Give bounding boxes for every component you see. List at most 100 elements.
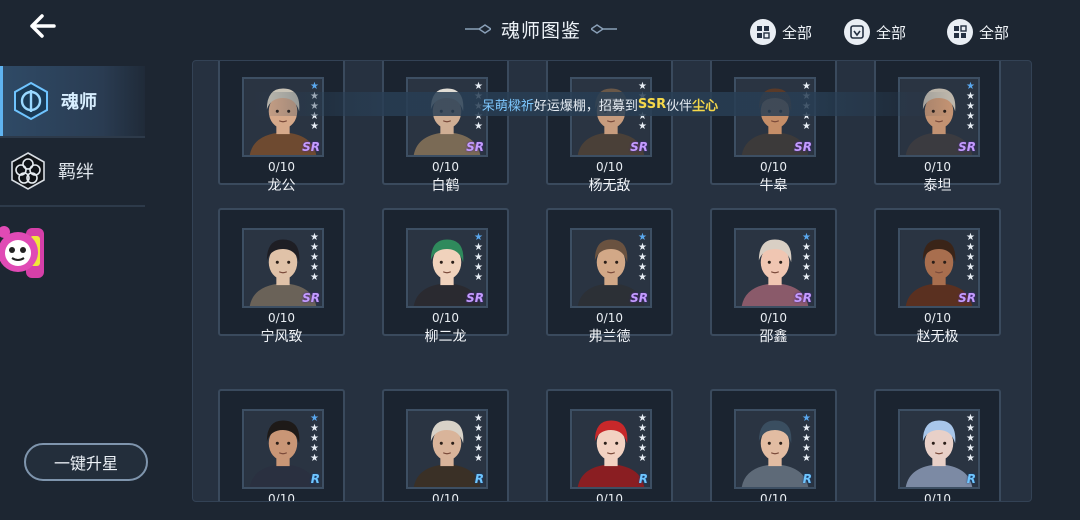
- tab-bond[interactable]: 羁绊: [0, 136, 145, 206]
- back-arrow-icon: [30, 14, 56, 38]
- grid-filter-icon: [947, 19, 973, 45]
- rarity-badge: SR: [302, 140, 320, 154]
- rarity-badge: SR: [630, 140, 648, 154]
- star-icon: ★: [310, 453, 319, 464]
- character-card[interactable]: ★ ★ ★ ★ ★ SR 0/10 弗兰德: [546, 208, 673, 345]
- rarity-badge: SR: [794, 291, 812, 305]
- star-rating: ★★★★★: [310, 414, 319, 464]
- shard-progress: 0/10: [924, 160, 951, 174]
- rarity-badge: SR: [466, 140, 484, 154]
- back-button[interactable]: [26, 12, 60, 40]
- soul-master-icon: [14, 81, 48, 121]
- filter-type-label: 全部: [876, 23, 907, 42]
- shard-progress: 0/10: [596, 492, 623, 502]
- tab-soul-master-label: 魂师: [61, 92, 97, 113]
- rarity-badge: R: [966, 472, 976, 486]
- shard-progress: 0/10: [268, 160, 295, 174]
- banner-rarity: SSR: [637, 96, 667, 112]
- character-card[interactable]: ★ ★ ★ ★ ★ SR 0/10 柳二龙: [382, 208, 509, 345]
- character-card[interactable]: ★ ★ ★ ★ ★ SR 0/10 邵鑫: [710, 208, 837, 345]
- star-rating: ★★★★★: [638, 414, 647, 464]
- sidebar-divider: [0, 205, 145, 207]
- character-name: 龙公: [267, 178, 296, 194]
- star-icon: ★: [802, 121, 811, 132]
- character-card[interactable]: ★ ★ ★ ★ ★ R 0/10: [710, 389, 837, 501]
- character-card[interactable]: ★ ★ ★ ★ ★ R 0/10: [546, 389, 673, 502]
- character-portrait: ★★★★★SR: [570, 77, 652, 157]
- star-icon: ★: [966, 272, 975, 283]
- character-name: 牛皋: [759, 178, 788, 194]
- rarity-badge: SR: [958, 140, 976, 154]
- character-portrait: ★★★★★ SR: [570, 228, 652, 308]
- rarity-badge: R: [638, 472, 648, 486]
- star-icon: ★: [310, 121, 319, 132]
- banner-player-name: 呆萌樑祈: [481, 98, 534, 114]
- character-portrait: ★★★★★SR: [406, 77, 488, 157]
- character-name: 杨无敌: [588, 178, 631, 194]
- title-left-ornament-icon: [464, 24, 491, 34]
- shard-progress: 0/10: [924, 492, 951, 502]
- character-name: 柳二龙: [424, 329, 467, 345]
- recruit-announcement-banner: 呆萌樑祈 好运爆棚，招募到 SSR 伙伴 尘心: [250, 92, 950, 116]
- rarity-badge: R: [802, 472, 812, 486]
- page-title-bar: 魂师图鉴: [462, 14, 620, 44]
- character-name: 邵鑫: [759, 329, 788, 345]
- shard-progress: 0/10: [268, 492, 295, 502]
- page-title: 魂师图鉴: [500, 19, 581, 42]
- rarity-badge: SR: [630, 291, 648, 305]
- character-name: 弗兰德: [588, 329, 631, 345]
- banner-text-2: 伙伴: [666, 98, 693, 114]
- star-rating: ★★★★★: [802, 233, 811, 283]
- star-rating: ★★★★★: [966, 82, 975, 132]
- character-grid-panel[interactable]: ★★★★★SR0/10龙公★★★★★SR0/10白鹤★★★★★SR0/10杨无敌…: [192, 60, 1032, 502]
- star-rating: ★★★★★: [638, 233, 647, 283]
- character-portrait: ★ ★ ★ ★ ★ R: [734, 409, 816, 489]
- star-rating: ★★★★★: [474, 233, 483, 283]
- tab-soul-master[interactable]: 魂师: [0, 66, 145, 136]
- filter-faction[interactable]: 全部: [947, 18, 1009, 46]
- title-right-ornament-icon: [591, 24, 617, 34]
- character-card[interactable]: ★★★★★SR0/10白鹤: [382, 61, 509, 194]
- banner-partner-name: 尘心: [692, 98, 719, 114]
- star-icon: ★: [802, 272, 811, 283]
- character-card[interactable]: ★ ★ ★ ★ ★ R 0/10: [218, 389, 345, 502]
- character-name: 泰坦: [923, 178, 952, 194]
- rarity-badge: SR: [302, 291, 320, 305]
- character-card[interactable]: ★★★★★SR0/10杨无敌: [546, 61, 673, 194]
- character-portrait: ★★★★★SR: [242, 77, 324, 157]
- star-icon: ★: [474, 272, 483, 283]
- character-card[interactable]: ★ ★ ★ ★ ★ SR 0/10 泰坦: [874, 61, 1001, 194]
- rarity-badge: SR: [466, 291, 484, 305]
- shard-progress: 0/10: [760, 160, 787, 174]
- character-card[interactable]: ★★★★★SR0/10龙公: [218, 61, 345, 194]
- star-icon: ★: [638, 121, 647, 132]
- filter-type[interactable]: 全部: [844, 18, 906, 46]
- star-icon: ★: [310, 272, 319, 283]
- star-rating: ★★★★★: [474, 414, 483, 464]
- star-icon: ★: [474, 121, 483, 132]
- character-portrait: ★★★★★SR: [242, 228, 324, 308]
- character-portrait: ★★★★★SR: [734, 77, 816, 157]
- star-icon: ★: [474, 453, 483, 464]
- star-icon: ★: [802, 453, 811, 464]
- star-icon: ★: [638, 453, 647, 464]
- one-click-star-up-button[interactable]: 一键升星: [24, 443, 148, 481]
- filter-rarity[interactable]: 全部: [750, 18, 812, 46]
- shard-progress: 0/10: [432, 311, 459, 325]
- character-name: 白鹤: [431, 178, 460, 194]
- star-rating: ★★★★★: [966, 233, 975, 283]
- mascot-bear-icon[interactable]: [0, 222, 46, 282]
- character-card[interactable]: ★ ★ ★ ★ ★ R 0/10: [382, 389, 509, 501]
- shard-progress: 0/10: [596, 311, 623, 325]
- character-card[interactable]: ★ ★ ★ ★ ★ SR 0/10 宁风致: [218, 208, 345, 345]
- character-card[interactable]: ★ ★ ★ ★ ★ SR 0/10 赵无极: [874, 208, 1001, 345]
- rarity-badge: R: [474, 472, 484, 486]
- character-portrait: ★ ★ ★ ★ ★ R: [898, 409, 980, 489]
- character-portrait: ★★★★★ SR: [898, 77, 980, 157]
- character-card[interactable]: ★ ★ ★ ★ ★ R 0/10: [874, 389, 1001, 502]
- character-name: 赵无极: [916, 329, 959, 345]
- bond-flower-icon: [11, 152, 45, 190]
- character-card[interactable]: ★★★★★SR 0/10 牛皋: [710, 61, 837, 194]
- star-icon: ★: [966, 453, 975, 464]
- filter-faction-label: 全部: [979, 23, 1010, 42]
